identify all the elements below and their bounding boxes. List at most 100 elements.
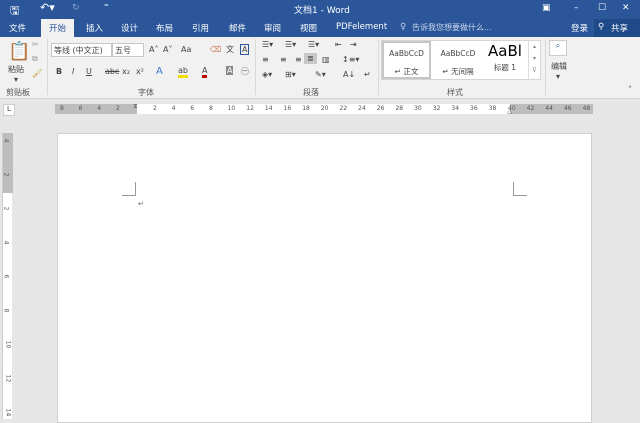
ruler-number: 24	[358, 105, 366, 112]
vertical-ruler[interactable]: 4 2 2 4 6 8 10 12 14	[2, 133, 13, 419]
find-icon[interactable]: ⌕	[549, 40, 567, 56]
paste-button[interactable]: 粘贴	[8, 64, 24, 75]
share-label: 共享	[611, 24, 629, 34]
ruler-number: 6	[2, 274, 10, 279]
enclose-char-icon[interactable]: ㊀	[241, 66, 249, 77]
ruler-number: 48	[582, 105, 591, 112]
ruler-number: 16	[283, 105, 292, 112]
font-group-label: 字体	[138, 88, 154, 97]
show-marks-icon[interactable]: ↵	[364, 70, 371, 79]
ruler-number: 42	[526, 105, 535, 112]
font-color-icon[interactable]: A	[202, 66, 208, 78]
signin-link[interactable]: 登录	[571, 22, 588, 34]
tab-layout[interactable]: 布局	[156, 22, 173, 34]
ribbon-tabs: 文件 开始 插入 设计 布局 引用 邮件 审阅 视图 PDFelement ♀ …	[0, 19, 640, 37]
decrease-indent-icon[interactable]: ⇤	[335, 40, 342, 49]
customize-icon[interactable]: ⁼	[104, 3, 109, 13]
ruler-number: 14	[264, 105, 273, 112]
style-heading-1[interactable]: AaBl 标题 1	[483, 41, 527, 79]
italic-button[interactable]: I	[72, 67, 74, 76]
strikethrough-button[interactable]: abc	[105, 67, 119, 76]
tab-file[interactable]: 文件	[9, 22, 26, 34]
tab-view[interactable]: 视图	[300, 22, 317, 34]
copy-icon[interactable]: ⧉	[32, 54, 38, 64]
clear-format-icon[interactable]: ⌫	[210, 45, 221, 54]
bold-button[interactable]: B	[56, 67, 62, 76]
styles-scroll[interactable]: ▴ ▾ ⊽	[528, 41, 540, 79]
subscript-button[interactable]: x₂	[122, 67, 130, 76]
ruler-number: 4	[2, 240, 10, 245]
ruler-number: 20	[320, 105, 329, 112]
undo-icon[interactable]: ↶▾	[40, 1, 55, 14]
change-case-button[interactable]: Aa	[181, 45, 191, 54]
tab-design[interactable]: 设计	[121, 22, 138, 34]
chevron-down-icon[interactable]: ▾	[556, 72, 560, 81]
ruler-number: 2	[153, 105, 157, 112]
font-size-select[interactable]: 五号	[112, 43, 144, 57]
clipboard-group-label: 剪贴板	[6, 88, 30, 97]
font-name-select[interactable]: 等线 (中文正)	[51, 43, 112, 57]
tab-review[interactable]: 审阅	[264, 22, 281, 34]
phonetic-icon[interactable]: 文	[226, 44, 234, 55]
char-border-icon[interactable]: A	[240, 44, 250, 55]
title-bar: 🖫 ↶▾ ↻ ⁼ 文档1 - Word ▣ – ☐ ✕	[0, 0, 640, 19]
borders-icon[interactable]: ⊞▾	[285, 70, 296, 79]
margin-corner	[122, 182, 136, 196]
align-left-icon[interactable]: ≡	[262, 55, 269, 64]
maximize-button[interactable]: ☐	[598, 3, 606, 13]
paste-icon[interactable]: 📋	[8, 41, 30, 62]
document-page[interactable]: ↵	[57, 133, 592, 423]
tab-mailings[interactable]: 邮件	[229, 22, 246, 34]
line-spacing-icon[interactable]: ↕≡▾	[342, 55, 359, 64]
minimize-button[interactable]: –	[574, 3, 579, 13]
justify-icon[interactable]: ≣	[304, 53, 317, 64]
right-indent-marker[interactable]: △	[507, 107, 512, 115]
ruler-number: 2	[115, 105, 120, 112]
cut-icon[interactable]: ✂	[32, 40, 39, 49]
ruler-number: 6	[78, 105, 83, 112]
shading-icon[interactable]: ◈▾	[262, 70, 272, 79]
style-normal[interactable]: AaBbCcD ↵ 正文	[382, 41, 431, 79]
grow-font-icon[interactable]: A˄	[149, 45, 158, 54]
superscript-button[interactable]: x²	[136, 67, 144, 76]
tab-home[interactable]: 开始	[41, 19, 75, 37]
align-right-icon[interactable]: ≡	[295, 55, 302, 64]
ruler-number: 8	[2, 308, 10, 313]
multilevel-list-icon[interactable]: ☰▾	[308, 40, 319, 49]
style-no-spacing[interactable]: AaBbCcD ↵ 无间隔	[433, 41, 483, 79]
indent-marker[interactable]: ⧗	[133, 102, 138, 111]
ruler-number: 10	[4, 340, 12, 349]
editing-button[interactable]: 编辑	[551, 61, 567, 72]
ruler-number: 34	[451, 105, 460, 112]
paragraph-group-label: 段落	[303, 88, 319, 97]
horizontal-ruler[interactable]: 8 6 4 2 2 4 6 8 10 12 14 16 18 20 22 24 26 28 30 32 34 36 38 40…	[55, 102, 593, 115]
collapse-ribbon-icon[interactable]: ˄	[628, 85, 632, 94]
text-effects-icon[interactable]: A	[156, 66, 163, 77]
shrink-font-icon[interactable]: A˅	[163, 45, 172, 54]
ruler-number: 4	[2, 138, 10, 143]
ruler-number: 4	[171, 105, 176, 112]
tab-references[interactable]: 引用	[192, 22, 209, 34]
tab-insert[interactable]: 插入	[86, 22, 103, 34]
highlight-icon[interactable]: ab	[178, 66, 188, 78]
increase-indent-icon[interactable]: ⇥	[350, 40, 357, 49]
numbering-icon[interactable]: ☰▾	[285, 40, 296, 49]
sort-icon[interactable]: A↓	[343, 70, 355, 79]
format-painter-icon[interactable]: 🖌	[32, 69, 42, 78]
bullets-icon[interactable]: ☰▾	[262, 40, 273, 49]
underline-button[interactable]: U	[86, 67, 92, 76]
align-center-icon[interactable]: ≡	[280, 55, 287, 64]
tab-selector[interactable]: L	[3, 104, 15, 116]
close-button[interactable]: ✕	[622, 3, 630, 13]
tab-pdfelement[interactable]: PDFelement	[336, 22, 387, 32]
chinese-layout-icon[interactable]: ✎▾	[315, 70, 326, 79]
ruler-number: 38	[488, 105, 497, 112]
ribbon-display-icon[interactable]: ▣	[542, 3, 551, 13]
distributed-icon[interactable]: ▥	[322, 55, 330, 64]
ruler-number: 22	[339, 105, 348, 112]
chevron-down-icon[interactable]: ▾	[14, 75, 18, 84]
redo-icon[interactable]: ↻	[72, 3, 80, 13]
char-shading-icon[interactable]: A	[226, 66, 234, 75]
tell-me-input[interactable]: 告诉我您想要做什么...	[412, 22, 492, 33]
ruler-number: 2	[2, 172, 10, 177]
